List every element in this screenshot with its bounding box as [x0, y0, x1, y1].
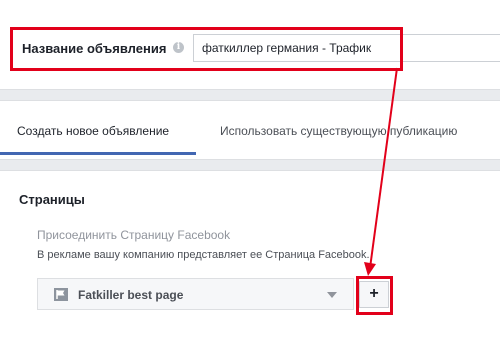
connect-page-label: Присоединить Страницу Facebook — [37, 228, 231, 242]
flag-icon — [54, 288, 68, 301]
selected-page-name: Fatkiller best page — [78, 288, 184, 302]
page-select-dropdown[interactable]: Fatkiller best page — [37, 278, 354, 310]
tab-use-existing-post[interactable]: Использовать существующую публикацию — [220, 124, 457, 138]
page-description: В рекламе вашу компанию представляет ее … — [37, 249, 370, 261]
active-tab-indicator — [0, 152, 196, 155]
ad-name-highlight — [10, 27, 403, 71]
pages-section-title: Страницы — [19, 192, 85, 207]
chevron-down-icon — [327, 292, 337, 298]
add-button-highlight — [356, 276, 393, 315]
tab-create-new-ad[interactable]: Создать новое объявление — [17, 124, 169, 138]
